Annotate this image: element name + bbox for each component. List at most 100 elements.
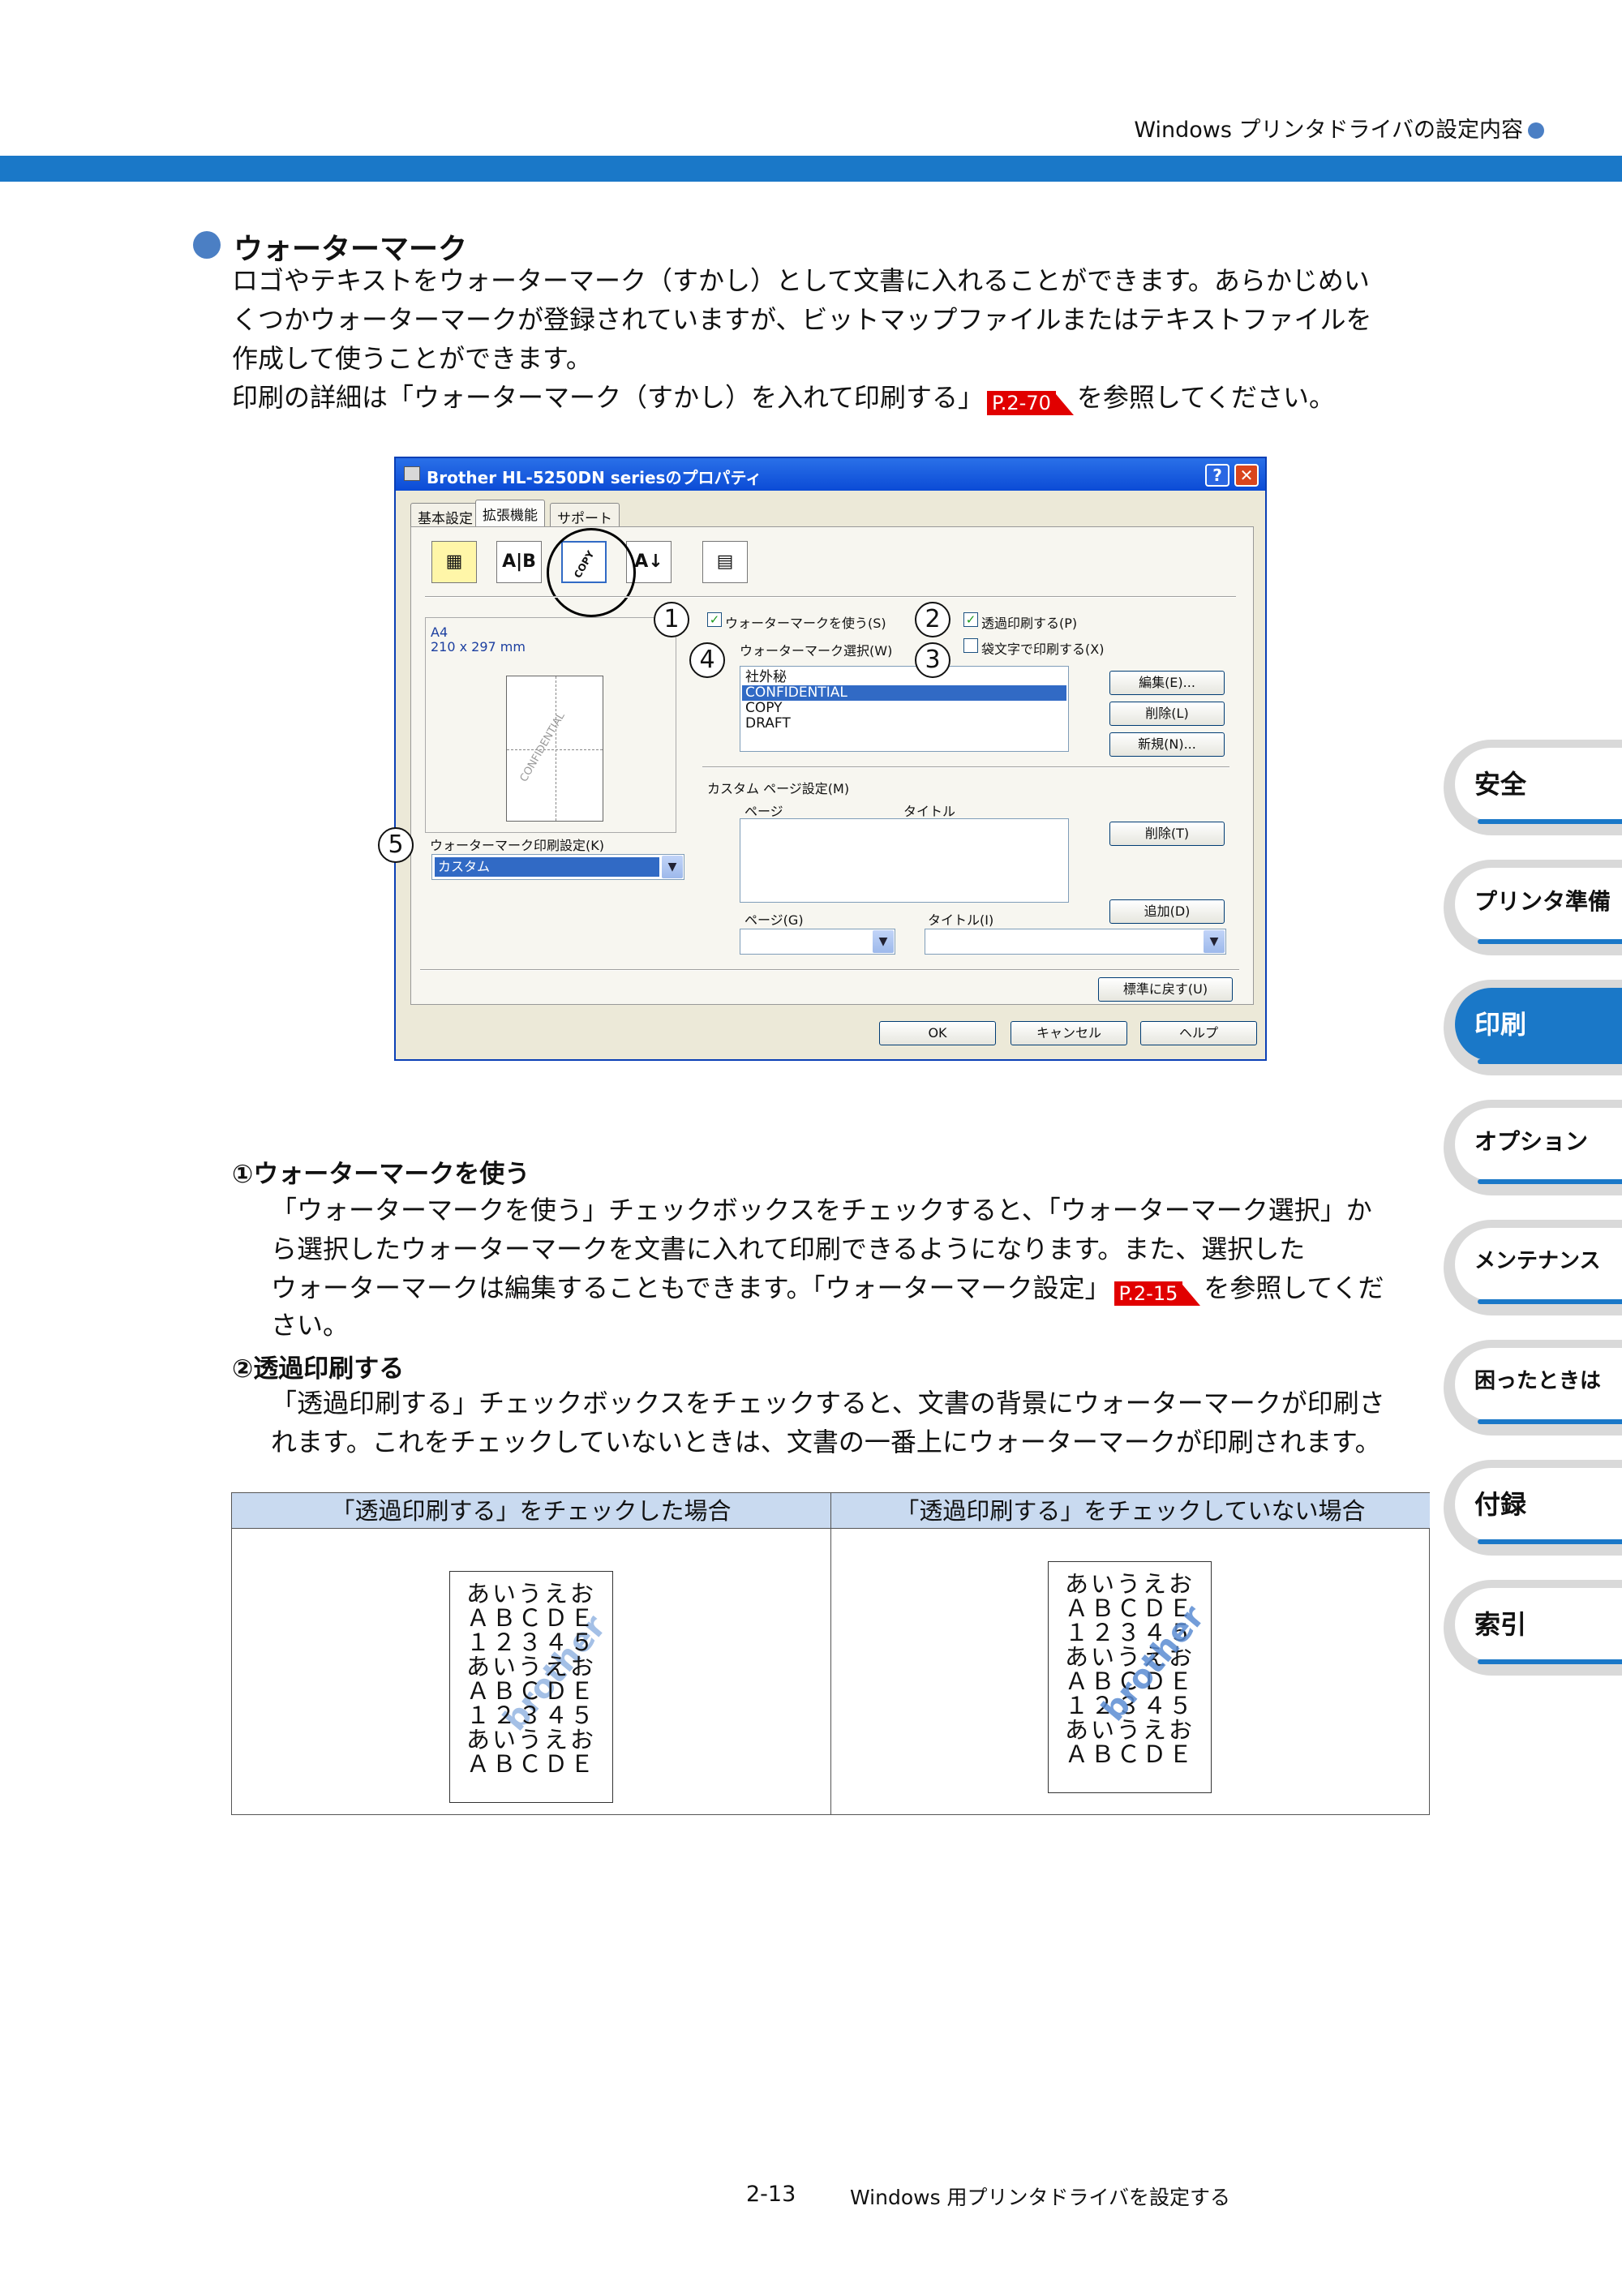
printer-icon (404, 466, 420, 481)
separator (420, 969, 1239, 971)
tab-basic[interactable]: 基本設定 (410, 503, 480, 527)
list-item[interactable]: COPY (745, 701, 783, 716)
custom-page-list[interactable] (740, 818, 1069, 903)
section-bullet-icon (193, 231, 221, 259)
cancel-button[interactable]: キャンセル (1011, 1021, 1127, 1045)
side-tab-underline (1478, 939, 1622, 944)
paper-dims: 210 x 297 mm (431, 639, 526, 654)
side-tab-label: 索引 (1474, 1609, 1527, 1640)
chevron-down-icon[interactable]: ▼ (873, 930, 894, 953)
dialog-title: Brother HL-5250DN seriesのプロパティ (427, 468, 762, 487)
settings-icon[interactable]: ▤ (702, 541, 748, 583)
sample-line: ＡＢＣＤＥ (466, 1750, 596, 1778)
side-tab-print[interactable]: 印刷 (1444, 980, 1622, 1075)
printer-properties-dialog: Brother HL-5250DN seriesのプロパティ ? ✕ 基本設定 … (394, 457, 1267, 1061)
side-tab-underline (1478, 1299, 1622, 1304)
print-setting-label: ウォーターマーク印刷設定(K) (430, 838, 604, 853)
item2-title: ②透過印刷する (232, 1354, 405, 1384)
item1-line-4: さい。 (271, 1310, 350, 1341)
intro-line-3: 作成して使うことができます。 (232, 343, 592, 374)
title-combo[interactable]: ▼ (925, 929, 1226, 955)
side-tab-label: 困ったときは (1474, 1369, 1602, 1393)
sample-line: あいうえお (466, 1580, 596, 1607)
side-tab-label: 安全 (1474, 769, 1527, 800)
item1-line-1: 「ウォーターマークを使う」チェックボックスをチェックすると、「ウォーターマーク選… (271, 1195, 1372, 1225)
header-bullet-icon (1528, 122, 1544, 139)
side-tab-index[interactable]: 索引 (1444, 1580, 1622, 1676)
chevron-down-icon[interactable]: ▼ (662, 856, 683, 878)
transparent-checkbox[interactable]: ✓ (963, 612, 978, 627)
help-icon[interactable]: ? (1205, 464, 1229, 487)
side-tab-underline (1478, 1179, 1622, 1184)
print-setting-value: カスタム (435, 857, 659, 877)
callout-3: 3 (915, 642, 950, 678)
running-header: Windows プリンタドライバの設定内容 (1134, 112, 1544, 144)
add-button[interactable]: 追加(D) (1109, 899, 1225, 924)
separator (425, 596, 1236, 598)
title-combo-label: タイトル(I) (928, 912, 994, 928)
sample-line: あいうえお (1064, 1570, 1195, 1598)
side-tab-maintenance[interactable]: メンテナンス (1444, 1220, 1622, 1315)
side-tab-troubleshooting[interactable]: 困ったときは (1444, 1340, 1622, 1436)
quality-icon[interactable]: ▦ (431, 541, 477, 583)
watermark-list[interactable]: 社外秘 CONFIDENTIAL COPY DRAFT (740, 666, 1069, 752)
outline-checkbox[interactable] (963, 638, 978, 653)
page-ref-link[interactable]: P.2-70 (987, 391, 1074, 415)
running-header-text: Windows プリンタドライバの設定内容 (1134, 118, 1523, 143)
callout-1: 1 (654, 602, 689, 637)
side-tab-label: 付録 (1474, 1489, 1527, 1520)
list-item-selected[interactable]: CONFIDENTIAL (742, 685, 1066, 701)
tab-support[interactable]: サポート (550, 503, 620, 527)
intro-line-2: くつかウォーターマークが登録されていますが、ビットマップファイルまたはテキストフ… (232, 304, 1372, 335)
delete-button[interactable]: 削除(L) (1109, 702, 1225, 726)
dialog-title-bar: Brother HL-5250DN seriesのプロパティ ? ✕ (396, 458, 1265, 491)
ok-button[interactable]: OK (879, 1021, 996, 1045)
item1-line-2: ら選択したウォーターマークを文書に入れて印刷できるようになります。また、選択した (271, 1234, 1306, 1264)
reset-button[interactable]: 標準に戻す(U) (1098, 977, 1233, 1002)
use-watermark-checkbox[interactable]: ✓ (707, 612, 722, 627)
sample-line: ＡＢＣＤＥ (1064, 1740, 1195, 1768)
sample-line: あいうえお (1064, 1716, 1195, 1744)
help-button[interactable]: ヘルプ (1140, 1021, 1257, 1045)
sample-line: あいうえお (466, 1726, 596, 1753)
item2-line-1: 「透過印刷する」チェックボックスをチェックすると、文書の背景にウォーターマークが… (271, 1388, 1385, 1418)
page-number: 2-13 (746, 2182, 796, 2207)
side-tab-label: メンテナンス (1474, 1249, 1601, 1273)
chevron-down-icon[interactable]: ▼ (1204, 930, 1225, 953)
preview-watermark: CONFIDENTIAL (517, 710, 568, 784)
sample-line: １２３４５ (466, 1702, 596, 1729)
page-combo[interactable]: ▼ (740, 929, 895, 955)
tab-advanced[interactable]: 拡張機能 (475, 500, 545, 527)
intro-ref-post: を参照してください。 (1076, 382, 1335, 413)
right-header: 「透過印刷する」をチェックしていない場合 (831, 1493, 1430, 1529)
list-item[interactable]: DRAFT (745, 716, 791, 732)
select-label: ウォーターマーク選択(W) (740, 643, 893, 659)
sample-line: １２３４５ (466, 1629, 596, 1656)
page-ref-link[interactable]: P.2-15 (1114, 1281, 1201, 1306)
new-button[interactable]: 新規(N)... (1109, 732, 1225, 757)
side-tab-label: オプション (1474, 1128, 1589, 1155)
item2-line-2: れます。これをチェックしていないときは、文書の一番上にウォーターマークが印刷され… (271, 1427, 1381, 1457)
list-item[interactable]: 社外秘 (745, 670, 787, 685)
close-icon[interactable]: ✕ (1234, 464, 1259, 487)
duplex-icon[interactable]: A|B (496, 541, 542, 583)
col-page-header: ページ (744, 804, 783, 819)
outline-label: 袋文字で印刷する(X) (981, 642, 1105, 657)
intro-line-4: 印刷の詳細は「ウォーターマーク（すかし）を入れて印刷する」 P.2-70 を参照して… (232, 378, 1335, 417)
side-tab-appendix[interactable]: 付録 (1444, 1460, 1622, 1556)
header-bar (0, 156, 1622, 182)
side-tab-options[interactable]: オプション (1444, 1100, 1622, 1195)
side-tab-underline (1478, 1539, 1622, 1544)
left-header: 「透過印刷する」をチェックした場合 (232, 1493, 830, 1529)
delete2-button[interactable]: 削除(T) (1109, 822, 1225, 846)
edit-button[interactable]: 編集(E)... (1109, 671, 1225, 695)
print-setting-combo[interactable]: カスタム ▼ (431, 854, 684, 880)
intro-ref-text: 印刷の詳細は「ウォーターマーク（すかし）を入れて印刷する」 (232, 382, 985, 413)
table-divider (830, 1493, 831, 1814)
callout-4: 4 (689, 642, 725, 678)
custom-page-label: カスタム ページ設定(M) (707, 781, 850, 796)
sample-line: ＡＢＣＤＥ (466, 1677, 596, 1705)
side-tab-printer-setup[interactable]: プリンタ準備 (1444, 860, 1622, 955)
side-tab-underline (1478, 1419, 1622, 1424)
side-tab-safety[interactable]: 安全 (1444, 740, 1622, 835)
